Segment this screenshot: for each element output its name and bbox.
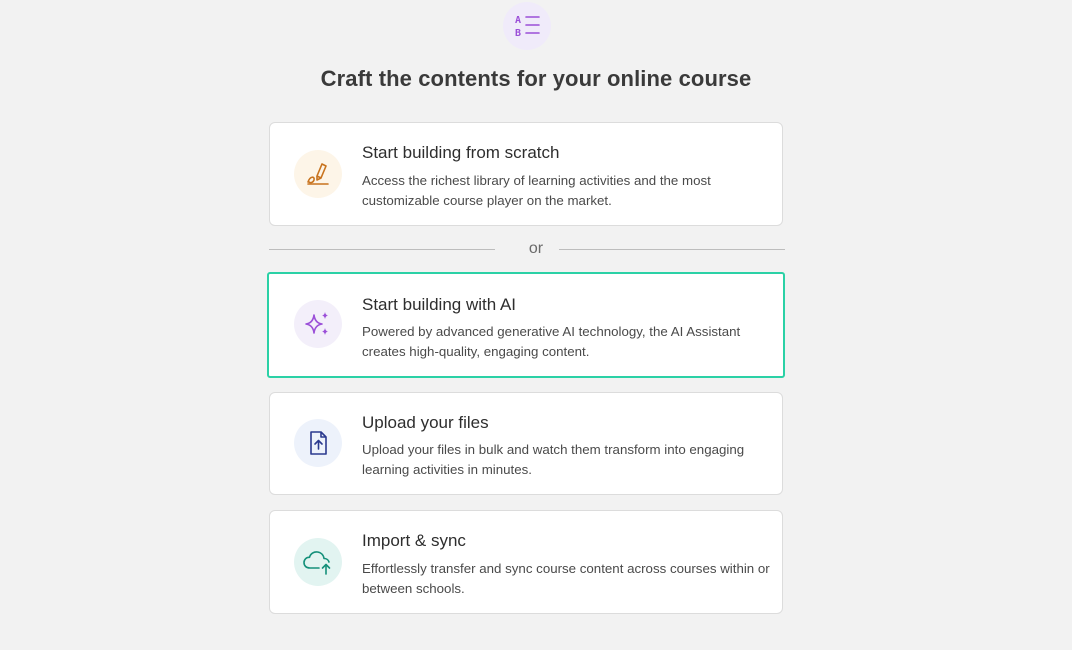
ab-list-icon: A B bbox=[503, 2, 551, 50]
sparkles-icon bbox=[294, 300, 342, 348]
divider-or-label: or bbox=[528, 240, 544, 257]
option-description: Effortlessly transfer and sync course co… bbox=[362, 561, 770, 596]
option-start-from-scratch[interactable]: Start building from scratch Access the r… bbox=[269, 122, 783, 226]
page-title: Craft the contents for your online cours… bbox=[320, 66, 752, 91]
page: A B Craft the contents for your online c… bbox=[0, 0, 1072, 650]
cloud-upload-icon bbox=[294, 538, 342, 586]
option-upload-files[interactable]: Upload your files Upload your files in b… bbox=[269, 392, 783, 495]
svg-text:A: A bbox=[515, 15, 521, 26]
option-description: Powered by advanced generative AI techno… bbox=[362, 324, 741, 359]
option-title: Start building with AI bbox=[362, 295, 517, 314]
option-description: Upload your files in bulk and watch them… bbox=[362, 442, 745, 477]
option-start-with-ai[interactable]: Start building with AI Powered by advanc… bbox=[267, 272, 785, 378]
option-title: Start building from scratch bbox=[362, 143, 560, 162]
option-title: Upload your files bbox=[362, 413, 489, 432]
option-import-sync[interactable]: Import & sync Effortlessly transfer and … bbox=[269, 510, 783, 614]
option-description: Access the richest library of learning a… bbox=[362, 173, 711, 208]
file-upload-icon bbox=[294, 419, 342, 467]
svg-text:B: B bbox=[515, 28, 521, 39]
option-title: Import & sync bbox=[362, 531, 466, 550]
pencil-draw-icon bbox=[294, 150, 342, 198]
